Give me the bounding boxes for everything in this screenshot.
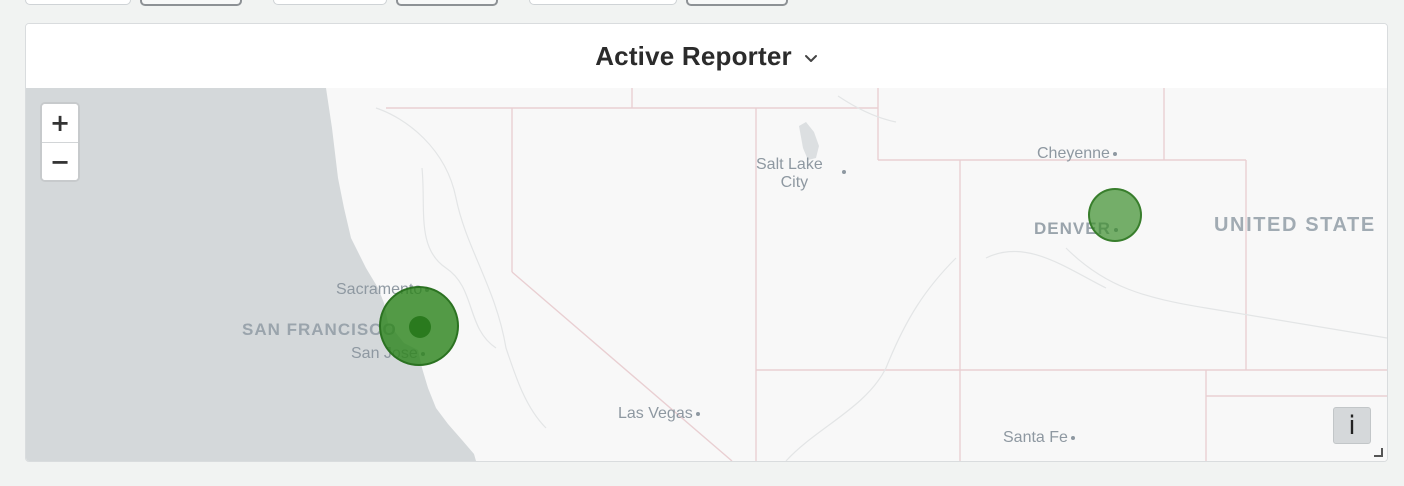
map-info-button[interactable]: i: [1333, 407, 1371, 444]
panel-title[interactable]: Active Reporter: [595, 41, 792, 72]
chevron-down-icon[interactable]: [804, 54, 818, 64]
city-dot: [695, 411, 700, 416]
zoom-control: + −: [40, 102, 80, 182]
map-marker-center: [409, 316, 431, 338]
ocean: [26, 88, 476, 461]
map-label-santa-fe-text: Santa Fe: [1003, 429, 1068, 446]
top-control-stub: [529, 0, 677, 5]
top-control-stub: [273, 0, 387, 5]
map-label-san-francisco: SAN FRANCISCO: [242, 321, 397, 339]
map-label-united-states: UNITED STATE: [1214, 214, 1376, 236]
zoom-out-button[interactable]: −: [42, 142, 78, 180]
map-label-las-vegas-text: Las Vegas: [618, 405, 693, 422]
map-basemap: [26, 88, 1387, 461]
top-button-stub[interactable]: [140, 0, 242, 6]
map-label-cheyenne: Cheyenne: [1037, 145, 1117, 163]
map-label-santa-fe: Santa Fe: [1003, 429, 1075, 447]
map-marker-san-francisco[interactable]: [379, 286, 459, 366]
zoom-in-button[interactable]: +: [42, 104, 78, 142]
city-dot: [1070, 435, 1075, 440]
panel-header[interactable]: Active Reporter: [26, 24, 1387, 88]
map-panel: Active Reporter + − Salt Lake City Cheye…: [25, 23, 1388, 462]
map-label-salt-lake-line2: City: [780, 174, 809, 191]
map-marker-denver[interactable]: [1088, 188, 1142, 242]
map-label-salt-lake-city: Salt Lake City: [756, 156, 823, 192]
map-label-las-vegas: Las Vegas: [618, 405, 700, 423]
top-control-stub: [25, 0, 131, 5]
resize-handle-icon[interactable]: [1373, 447, 1383, 457]
city-dot: [1112, 151, 1117, 156]
city-dot: [842, 170, 846, 174]
map-canvas[interactable]: + − Salt Lake City Cheyenne DENVER UNITE…: [26, 88, 1387, 461]
map-label-united-states-text: UNITED STATE: [1214, 214, 1376, 236]
map-label-cheyenne-text: Cheyenne: [1037, 145, 1110, 162]
map-label-san-francisco-text: SAN FRANCISCO: [242, 320, 397, 339]
top-button-stub[interactable]: [686, 0, 788, 6]
salt-lake: [799, 122, 819, 160]
top-button-stub[interactable]: [396, 0, 498, 6]
map-label-salt-lake-line1: Salt Lake: [756, 156, 823, 173]
